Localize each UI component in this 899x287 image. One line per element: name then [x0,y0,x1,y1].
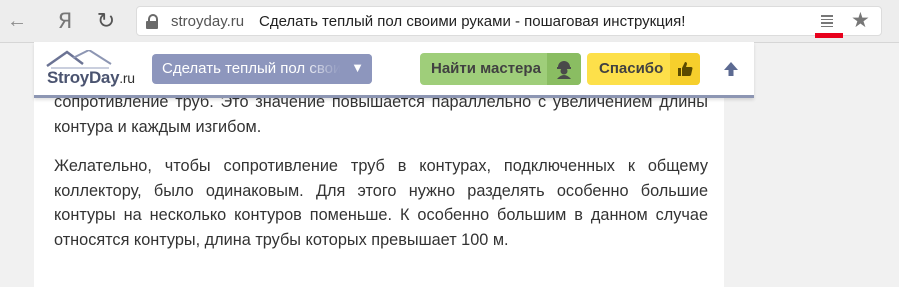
browser-toolbar: ← Я ↻ stroyday.ru Сделать теплый пол сво… [0,0,899,43]
reload-icon[interactable]: ↻ [95,8,117,33]
lock-icon[interactable] [145,14,159,30]
article-body: сопротивление труб. Это значение повышае… [54,90,708,267]
address-bar[interactable]: stroyday.ru Сделать теплый пол своими ру… [136,6,882,38]
logo-suffix: .ru [119,70,135,86]
worker-icon [547,53,581,85]
arrow-up-icon[interactable] [716,54,746,84]
chevron-down-icon: ▼ [351,60,364,75]
find-master-button[interactable]: Найти мастера [420,53,581,85]
thanks-button[interactable]: Спасибо [587,53,700,85]
article-paragraph: Желательно, чтобы сопротивление труб в к… [54,157,708,249]
reader-mode-icon[interactable] [821,15,833,27]
thanks-label: Спасибо [599,60,664,77]
find-master-label: Найти мастера [431,60,541,77]
url-domain: stroyday.ru [171,13,245,30]
arrow-left-icon[interactable]: ← [6,10,28,32]
reader-mode-indicator [815,33,843,38]
article-section-select[interactable]: Сделать теплый пол своими руками ▼ [152,54,372,84]
sticky-site-header: StroyDay.ru Сделать теплый пол своими ру… [34,42,754,98]
house-roof-icon [46,50,112,69]
star-icon[interactable]: ★ [851,8,870,33]
tab-page-title: Сделать теплый пол своими руками - пошаг… [259,13,686,30]
thumbs-up-icon [670,53,700,85]
site-logo[interactable]: StroyDay.ru [45,50,145,90]
yandex-logo-button[interactable]: Я [54,9,76,33]
logo-text: StroyDay.ru [47,68,135,88]
logo-name: StroyDay [47,68,120,87]
